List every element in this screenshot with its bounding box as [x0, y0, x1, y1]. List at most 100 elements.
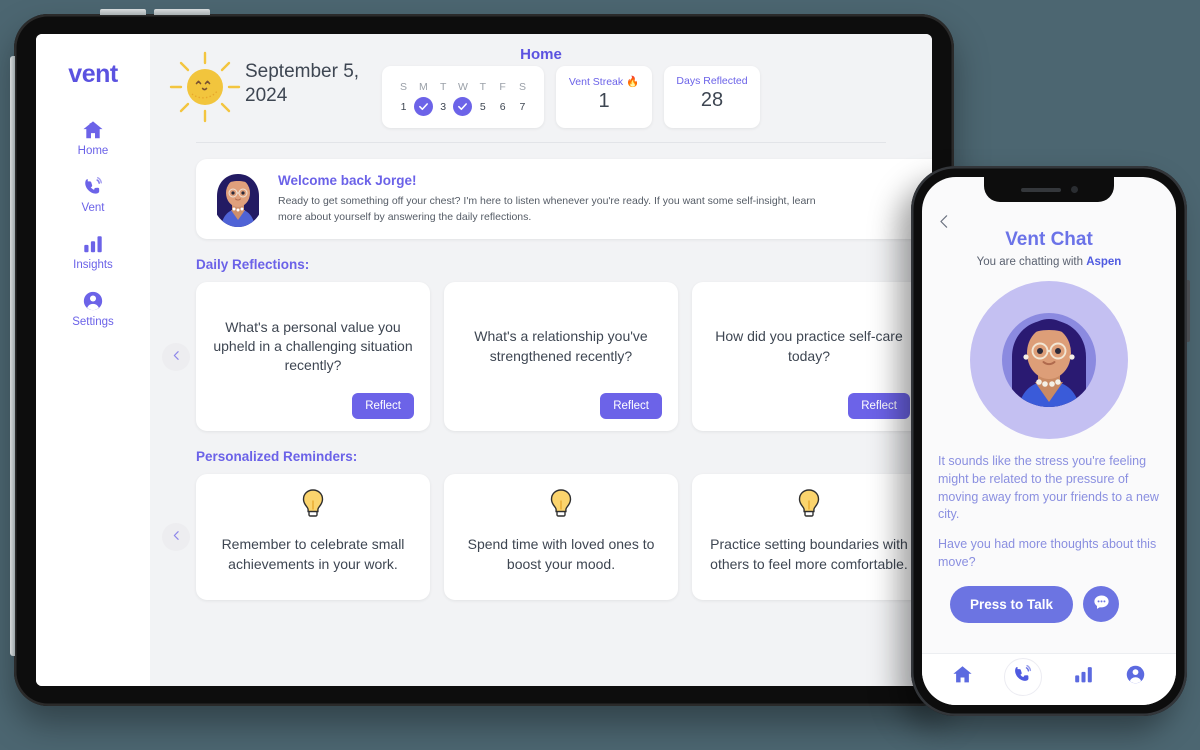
current-date: September 5, 2024 — [245, 61, 360, 107]
stat-card-vent-streak: Vent Streak 🔥 1 — [556, 66, 652, 128]
welcome-section: Welcome back Jorge! Ready to get somethi… — [150, 143, 932, 239]
dow-cell: M — [418, 80, 428, 93]
reminders-row: Remember to celebrate small achievements… — [196, 474, 932, 600]
reminder-text: Remember to celebrate small achievements… — [221, 536, 405, 572]
home-icon — [952, 664, 973, 690]
chat-subtitle: You are chatting with Aspen — [922, 256, 1176, 268]
lightbulb-icon — [300, 488, 326, 527]
stat-card-days-reflected: Days Reflected 28 — [664, 66, 760, 128]
phone-nav-profile[interactable] — [1125, 664, 1146, 690]
chat-subtitle-prefix: You are chatting with — [976, 256, 1087, 268]
main-content: Home September 5, 2024 S M T W T F S 1 3… — [150, 34, 932, 686]
calendar-day[interactable]: 5 — [473, 97, 492, 116]
stat-label-text: Vent Streak — [568, 76, 624, 88]
reminder-card: Practice setting boundaries with others … — [692, 474, 926, 600]
user-circle-icon — [82, 290, 104, 312]
front-camera-icon — [1070, 186, 1078, 193]
reflection-card: What's a personal value you upheld in a … — [196, 282, 430, 431]
phone-vibrate-icon — [1012, 664, 1033, 690]
chat-message: It sounds like the stress you're feeling… — [938, 454, 1159, 522]
calendar-day-completed[interactable] — [413, 97, 433, 116]
chat-title: Vent Chat — [1005, 229, 1093, 250]
sidebar-item-home[interactable]: Home — [36, 119, 150, 157]
reflections-prev-button[interactable] — [162, 342, 190, 371]
dow-cell: S — [399, 80, 407, 93]
daily-reflections-title: Daily Reflections: — [196, 257, 310, 272]
reminder-card: Spend time with loved ones to boost your… — [444, 474, 678, 600]
phone-nav-home[interactable] — [952, 664, 973, 690]
tablet-volume-button[interactable] — [100, 9, 146, 15]
top-bar: Home September 5, 2024 S M T W T F S 1 3… — [150, 34, 932, 142]
stat-label: Vent Streak 🔥 — [562, 75, 646, 88]
sidebar-item-vent[interactable]: Vent — [36, 176, 150, 214]
tablet-device: vent Home Vent Insights Settings Home Se… — [10, 9, 954, 706]
lightbulb-icon — [548, 488, 574, 527]
speaker-grille-icon — [1020, 187, 1061, 192]
reminder-card: Remember to celebrate small achievements… — [196, 474, 430, 600]
avatar — [210, 166, 266, 233]
stat-cards: S M T W T F S 1 3 5 6 7 Vent Streak 🔥 1 … — [382, 66, 760, 128]
stat-value: 1 — [598, 90, 610, 112]
press-to-talk-button[interactable]: Press to Talk — [950, 585, 1074, 623]
tablet-screen: vent Home Vent Insights Settings Home Se… — [36, 34, 932, 686]
sidebar-item-label: Vent — [81, 202, 105, 214]
companion-name: Aspen — [1086, 256, 1122, 268]
bar-chart-icon — [82, 233, 104, 255]
calendar-day[interactable]: 7 — [513, 97, 532, 116]
bar-chart-icon — [1073, 664, 1094, 690]
sidebar-item-label: Insights — [73, 259, 113, 271]
back-button[interactable] — [936, 213, 953, 235]
tablet-power-button[interactable] — [154, 9, 210, 15]
daily-reflections-carousel: What's a personal value you upheld in a … — [150, 282, 932, 431]
welcome-text: Welcome back Jorge! Ready to get somethi… — [278, 173, 932, 226]
sidebar-item-settings[interactable]: Settings — [36, 290, 150, 328]
reflect-button[interactable]: Reflect — [352, 393, 414, 419]
welcome-banner: Welcome back Jorge! Ready to get somethi… — [196, 159, 932, 239]
chevron-left-icon — [170, 349, 183, 365]
welcome-title: Welcome back Jorge! — [278, 172, 417, 188]
phone-bottom-nav — [922, 653, 1176, 705]
sidebar-item-insights[interactable]: Insights — [36, 233, 150, 271]
chat-message: Have you had more thoughts about this mo… — [938, 537, 1157, 569]
dow-cell: S — [518, 80, 526, 93]
tablet-left-edge — [10, 56, 15, 656]
personalized-reminders-carousel: Remember to celebrate small achievements… — [150, 474, 932, 600]
calendar-day[interactable]: 6 — [493, 97, 512, 116]
calendar-day-completed[interactable] — [453, 97, 473, 116]
dow-cell: T — [479, 80, 487, 93]
reflection-question: What's a personal value you upheld in a … — [213, 318, 413, 374]
week-calendar[interactable]: S M T W T F S 1 3 5 6 7 — [382, 66, 544, 128]
aspen-avatar — [970, 281, 1128, 439]
user-circle-icon — [1125, 664, 1146, 690]
reflection-question: What's a relationship you've strengthene… — [474, 328, 648, 364]
stat-value: 28 — [700, 89, 724, 111]
sidebar-item-label: Settings — [72, 316, 114, 328]
phone-power-button[interactable] — [1187, 280, 1190, 342]
phone-device: Vent Chat You are chatting with Aspen It… — [911, 166, 1190, 716]
personalized-reminders-title: Personalized Reminders: — [196, 449, 358, 464]
reminder-text: Practice setting boundaries with others … — [710, 536, 908, 572]
sidebar: vent Home Vent Insights Settings — [36, 34, 150, 686]
chat-bubble-button[interactable] — [1083, 586, 1120, 622]
reminders-prev-button[interactable] — [162, 523, 190, 551]
app-logo[interactable]: vent — [68, 60, 118, 89]
reminder-text: Spend time with loved ones to boost your… — [467, 536, 655, 572]
sidebar-item-label: Home — [77, 145, 109, 157]
reflection-card: What's a relationship you've strengthene… — [444, 282, 678, 431]
reflect-button[interactable]: Reflect — [848, 393, 910, 419]
dow-cell: W — [458, 80, 468, 93]
reflect-button[interactable]: Reflect — [600, 393, 662, 419]
phone-nav-insights[interactable] — [1073, 664, 1094, 690]
home-icon — [82, 119, 104, 141]
dow-cell: T — [439, 80, 447, 93]
smiling-sun-icon — [168, 50, 242, 129]
dow-cell: F — [499, 80, 506, 93]
welcome-body: Ready to get something off your chest? I… — [278, 194, 816, 223]
chat-actions: Press to Talk — [950, 585, 1176, 623]
screenshot-stage: vent Home Vent Insights Settings Home Se… — [0, 0, 1200, 750]
phone-nav-vent[interactable] — [1003, 657, 1042, 696]
phone-vibrate-icon — [82, 176, 104, 198]
calendar-day[interactable]: 3 — [434, 97, 453, 116]
reflection-card: How did you practice self-care today? Re… — [692, 282, 926, 431]
calendar-day[interactable]: 1 — [394, 97, 413, 116]
